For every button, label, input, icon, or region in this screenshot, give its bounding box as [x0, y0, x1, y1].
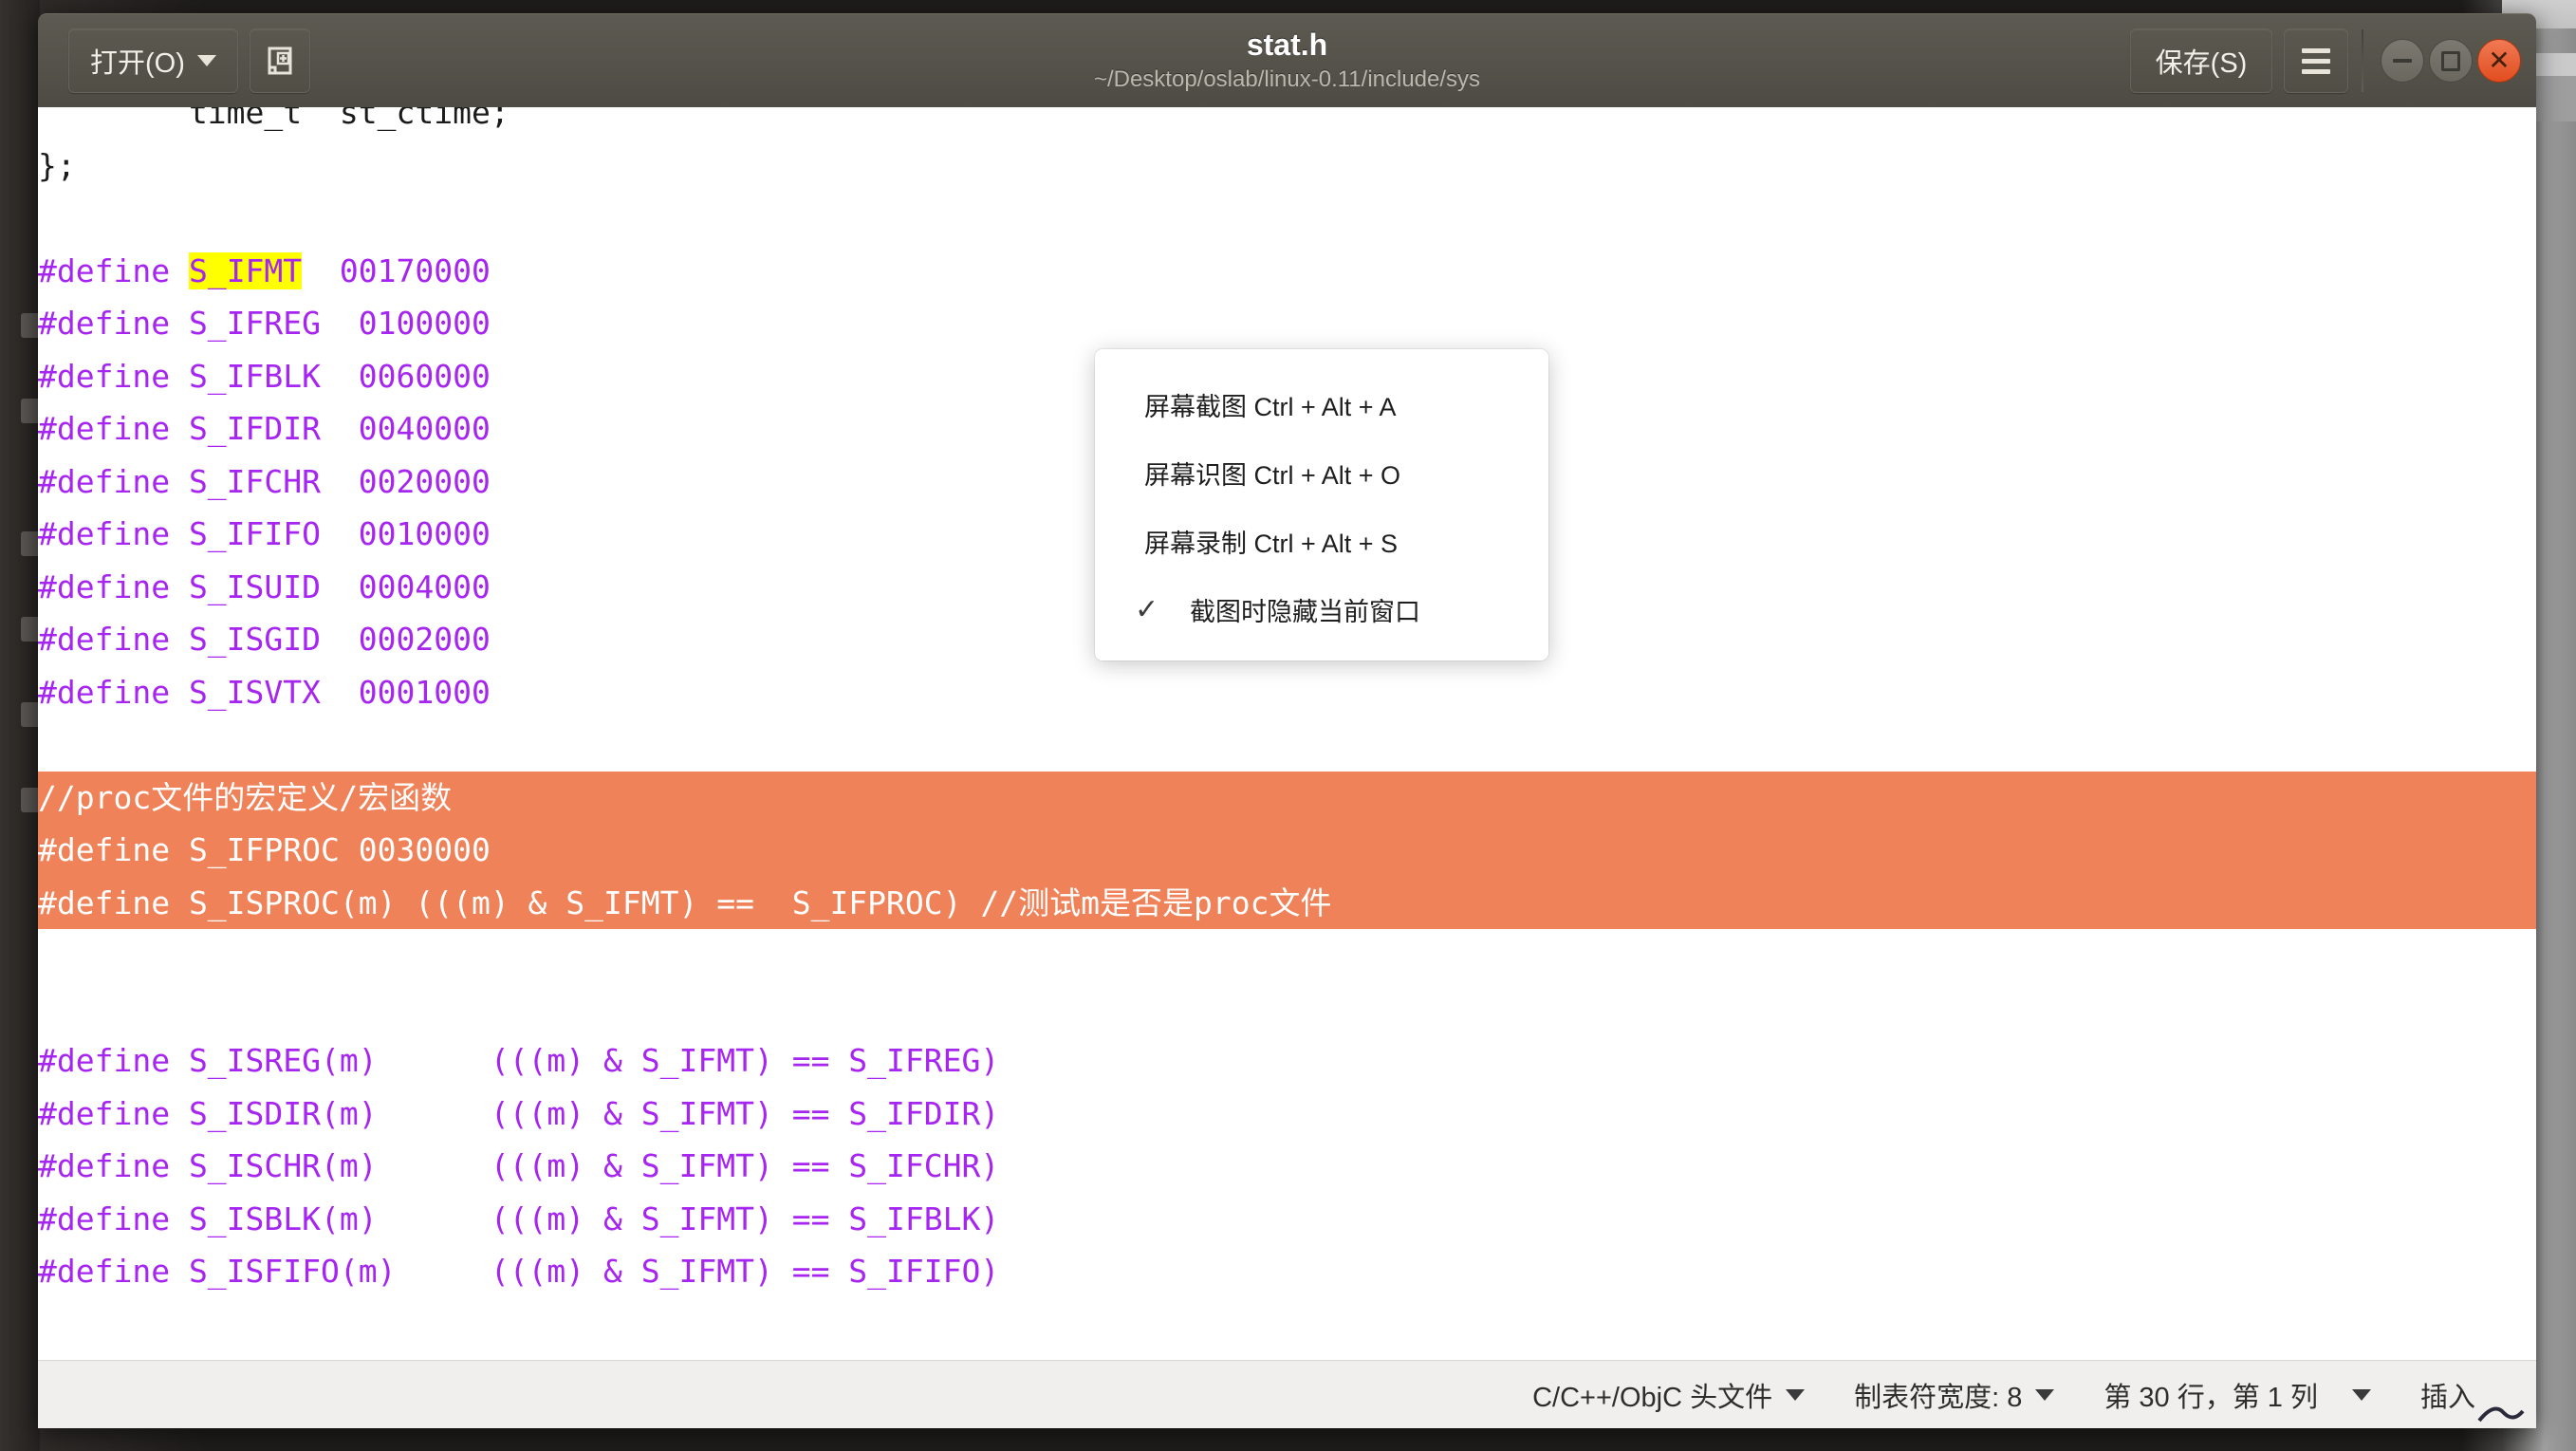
code-token: //proc文件的宏定义/宏函数: [38, 778, 453, 816]
code-token: #define S_IFDIR 0040000: [38, 410, 491, 447]
code-line[interactable]: #define S_ISCHR(m) (((m) & S_IFMT) == S_…: [38, 1140, 2536, 1193]
code-line[interactable]: #define S_ISBLK(m) (((m) & S_IFMT) == S_…: [38, 1193, 2536, 1246]
code-token: time_t st_ctime;: [38, 107, 510, 131]
code-token: S_IFMT: [188, 251, 303, 289]
code-line[interactable]: [38, 929, 2536, 982]
close-icon: ✕: [2488, 46, 2511, 75]
language-selector[interactable]: C/C++/ObjC 头文件: [1508, 1375, 1829, 1415]
code-token: 00170000: [302, 251, 491, 289]
code-line[interactable]: #define S_ISFIFO(m) (((m) & S_IFMT) == S…: [38, 1245, 2536, 1298]
code-line[interactable]: #define S_IFMT 00170000: [38, 245, 2536, 298]
code-line[interactable]: #define S_IFPROC 0030000: [38, 824, 2536, 877]
unity-launcher[interactable]: [0, 0, 42, 1451]
code-token: #define S_IFIFO 0010000: [38, 515, 491, 552]
source-code[interactable]: time_t st_ctime;}; #define S_IFMT 0017000…: [38, 107, 2536, 1298]
status-bar: C/C++/ObjC 头文件 制表符宽度: 8 第 30 行，第 1 列 插入: [38, 1360, 2536, 1428]
cursor-position-selector[interactable]: 第 30 行，第 1 列: [2079, 1375, 2396, 1415]
menu-item-label: 截图时隐藏当前窗口: [1190, 597, 1420, 626]
code-line[interactable]: [38, 982, 2536, 1035]
menu-item-label: 屏幕识图 Ctrl + Alt + O: [1144, 460, 1401, 490]
code-line[interactable]: #define S_ISDIR(m) (((m) & S_IFMT) == S_…: [38, 1088, 2536, 1141]
code-token: #define S_ISVTX 0001000: [38, 673, 491, 711]
code-token: #define S_ISBLK(m) (((m) & S_IFMT) == S_…: [38, 1200, 1000, 1237]
code-token: #define S_ISUID 0004000: [38, 567, 491, 605]
code-token: #define S_ISGID 0002000: [38, 621, 491, 658]
chevron-down-icon: [2351, 1388, 2371, 1401]
minimize-icon: [2393, 59, 2412, 63]
text-editor-area[interactable]: time_t st_ctime;}; #define S_IFMT 0017000…: [38, 107, 2536, 1360]
check-icon: ✓: [1135, 593, 1159, 625]
code-token: #define S_ISCHR(m) (((m) & S_IFMT) == S_…: [38, 1147, 1000, 1184]
minimize-button[interactable]: [2381, 39, 2424, 83]
menu-item[interactable]: 屏幕录制 Ctrl + Alt + S: [1095, 507, 1548, 575]
code-token: #define S_ISDIR(m) (((m) & S_IFMT) == S_…: [38, 1094, 1000, 1132]
code-line[interactable]: #define S_IFREG 0100000: [38, 297, 2536, 350]
header-separator: [2362, 29, 2363, 92]
code-token: };: [38, 146, 76, 184]
open-button-label: 打开(O): [90, 48, 185, 79]
code-line[interactable]: #define S_ISVTX 0001000: [38, 666, 2536, 719]
header-right-group: 保存(S) ✕: [2130, 28, 2521, 93]
save-button[interactable]: 保存(S): [2130, 28, 2272, 93]
chevron-down-icon: [196, 55, 216, 66]
gedit-window: 打开(O) stat.h ~/Desktop/oslab/linux-0.11/…: [38, 13, 2536, 1428]
menu-button[interactable]: [2284, 28, 2348, 93]
insert-mode-text: 插入: [2419, 1382, 2475, 1413]
code-line[interactable]: [38, 718, 2536, 772]
tab-width-label: 制表符宽度: 8: [1854, 1382, 2023, 1413]
menu-item[interactable]: 屏幕识图 Ctrl + Alt + O: [1095, 438, 1548, 507]
code-line[interactable]: #define S_ISREG(m) (((m) & S_IFMT) == S_…: [38, 1034, 2536, 1088]
scroll-indicator-icon: [2477, 1406, 2525, 1423]
code-token: #define S_ISPROC(m) (((m) & S_IFMT) == S…: [38, 884, 1332, 921]
save-button-label: 保存(S): [2155, 48, 2248, 79]
menu-item[interactable]: 屏幕截图 Ctrl + Alt + A: [1095, 370, 1548, 438]
window-header-bar: 打开(O) stat.h ~/Desktop/oslab/linux-0.11/…: [38, 13, 2536, 107]
new-tab-icon: [268, 47, 292, 75]
screenshot-popup-menu[interactable]: 屏幕截图 Ctrl + Alt + A 屏幕识图 Ctrl + Alt + O 屏幕…: [1095, 349, 1548, 660]
close-button[interactable]: ✕: [2477, 39, 2521, 83]
cursor-position-label: 第 30 行，第 1 列: [2103, 1382, 2318, 1413]
maximize-button[interactable]: [2429, 39, 2473, 83]
code-token: #define S_ISREG(m) (((m) & S_IFMT) == S_…: [38, 1042, 1000, 1079]
code-token: #define S_IFBLK 0060000: [38, 357, 491, 395]
code-token: #define: [38, 251, 189, 289]
menu-item[interactable]: ✓ 截图时隐藏当前窗口: [1095, 575, 1548, 643]
chevron-down-icon: [1786, 1388, 1806, 1401]
code-token: #define S_ISFIFO(m) (((m) & S_IFMT) == S…: [38, 1253, 1000, 1290]
window-controls: ✕: [2381, 39, 2521, 83]
code-line[interactable]: time_t st_ctime;: [38, 107, 2536, 140]
menu-item-label: 屏幕录制 Ctrl + Alt + S: [1144, 529, 1399, 558]
code-line[interactable]: };: [38, 140, 2536, 193]
code-line[interactable]: #define S_ISPROC(m) (((m) & S_IFMT) == S…: [38, 876, 2536, 929]
open-button[interactable]: 打开(O): [68, 28, 238, 93]
code-token: #define S_IFCHR 0020000: [38, 462, 491, 500]
hamburger-icon: [2302, 47, 2330, 74]
code-token: #define S_IFREG 0100000: [38, 305, 491, 342]
code-token: #define S_IFPROC 0030000: [38, 831, 491, 868]
tab-width-selector[interactable]: 制表符宽度: 8: [1829, 1375, 2079, 1415]
chevron-down-icon: [2035, 1388, 2055, 1401]
menu-item-label: 屏幕截图 Ctrl + Alt + A: [1144, 392, 1397, 421]
new-tab-button[interactable]: [249, 28, 310, 93]
code-line[interactable]: //proc文件的宏定义/宏函数: [38, 771, 2536, 824]
language-label: C/C++/ObjC 头文件: [1532, 1382, 1773, 1413]
maximize-icon: [2441, 50, 2460, 71]
code-line[interactable]: [38, 192, 2536, 245]
